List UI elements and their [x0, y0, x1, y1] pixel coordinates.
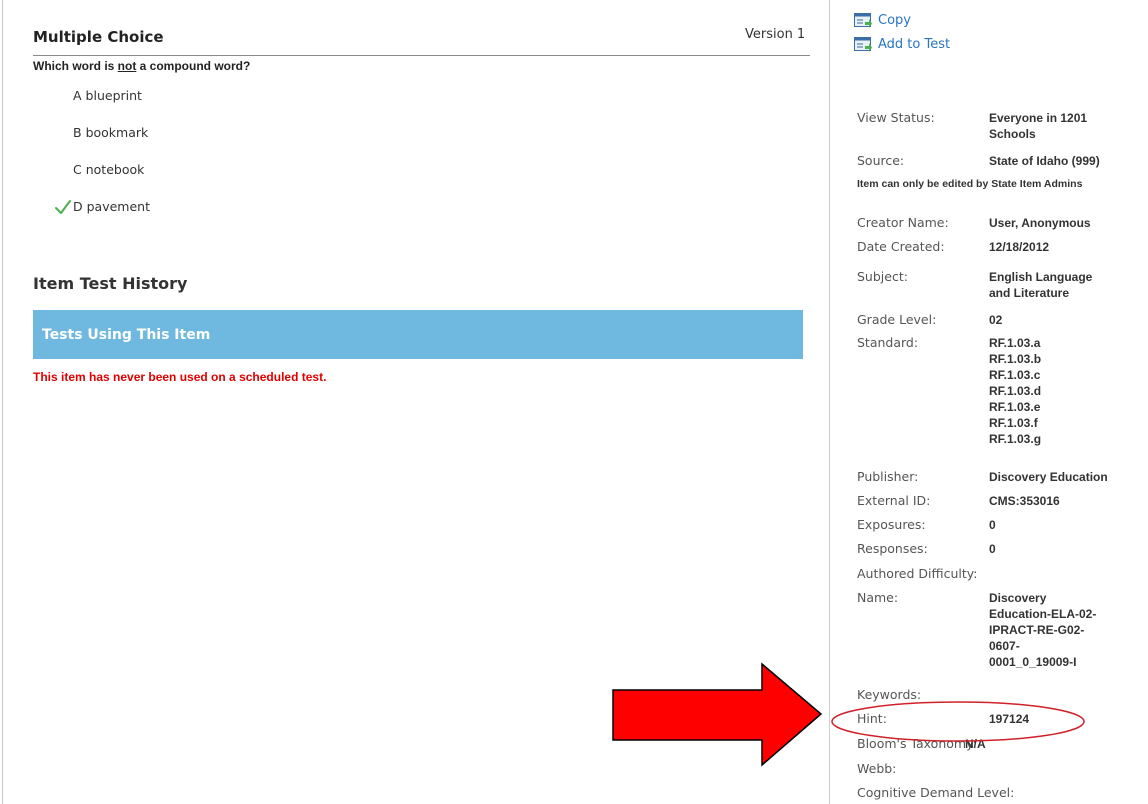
publisher-value: Discovery Education: [989, 470, 1108, 484]
date-created-label: Date Created:: [857, 239, 945, 254]
item-details-panel: Copy Add to Test View Status: Everyone i…: [830, 0, 1148, 804]
copy-label[interactable]: Copy: [878, 13, 911, 28]
prompt-emphasis: not: [117, 59, 137, 73]
source-value: State of Idaho (999): [989, 154, 1100, 168]
authored-difficulty-label: Authored Difficulty:: [857, 566, 978, 581]
subject-value: English Language and Literature: [989, 270, 1093, 300]
edit-restriction-note: Item can only be edited by State Item Ad…: [857, 178, 1083, 190]
choice-c: C notebook: [73, 162, 145, 177]
responses-value: 0: [989, 542, 996, 556]
webb-label: Webb:: [857, 761, 897, 776]
view-status-value: Everyone in 1201 Schools: [989, 111, 1088, 141]
publisher-label: Publisher:: [857, 469, 919, 484]
external-id-label: External ID:: [857, 493, 931, 508]
title-divider: [33, 55, 810, 56]
red-arrow-annotation: [612, 662, 823, 767]
add-to-test-icon: [854, 37, 872, 52]
external-id-value: CMS:353016: [989, 494, 1060, 508]
standard-label: Standard:: [857, 335, 919, 350]
exposures-label: Exposures:: [857, 517, 926, 532]
name-value: Discovery Education-ELA-02- IPRACT-RE-G0…: [989, 591, 1097, 669]
creator-name-label: Creator Name:: [857, 215, 949, 230]
standard-values: RF.1.03.a RF.1.03.b RF.1.03.c RF.1.03.d …: [989, 336, 1042, 446]
never-used-message: This item has never been used on a sched…: [33, 370, 327, 384]
add-to-test-label[interactable]: Add to Test: [878, 37, 950, 52]
grade-level-label: Grade Level:: [857, 312, 937, 327]
choice-a: A blueprint: [73, 88, 142, 103]
tests-bar-title: Tests Using This Item: [42, 327, 211, 343]
hint-highlight-circle: [831, 701, 1085, 742]
copy-button[interactable]: Copy: [854, 13, 911, 28]
view-status-label: View Status:: [857, 110, 935, 125]
subject-label: Subject:: [857, 269, 908, 284]
item-test-history-title: Item Test History: [33, 274, 188, 293]
source-label: Source:: [857, 153, 905, 168]
question-type-title: Multiple Choice: [33, 28, 164, 46]
version-label: Version 1: [745, 27, 806, 42]
grade-level-value: 02: [989, 313, 1003, 327]
cognitive-demand-label: Cognitive Demand Level:: [857, 785, 1015, 800]
exposures-value: 0: [989, 518, 996, 532]
question-prompt: Which word is not a compound word?: [33, 59, 251, 73]
name-label: Name:: [857, 590, 899, 605]
date-created-value: 12/18/2012: [989, 240, 1050, 254]
choice-d: D pavement: [73, 199, 150, 214]
responses-label: Responses:: [857, 541, 928, 556]
tests-using-item-header: Tests Using This Item: [33, 310, 803, 359]
checkmark-icon: [55, 200, 71, 214]
creator-name-value: User, Anonymous: [989, 216, 1091, 230]
add-to-test-button[interactable]: Add to Test: [854, 37, 950, 52]
copy-icon: [854, 13, 872, 28]
choice-b: B bookmark: [73, 125, 149, 140]
